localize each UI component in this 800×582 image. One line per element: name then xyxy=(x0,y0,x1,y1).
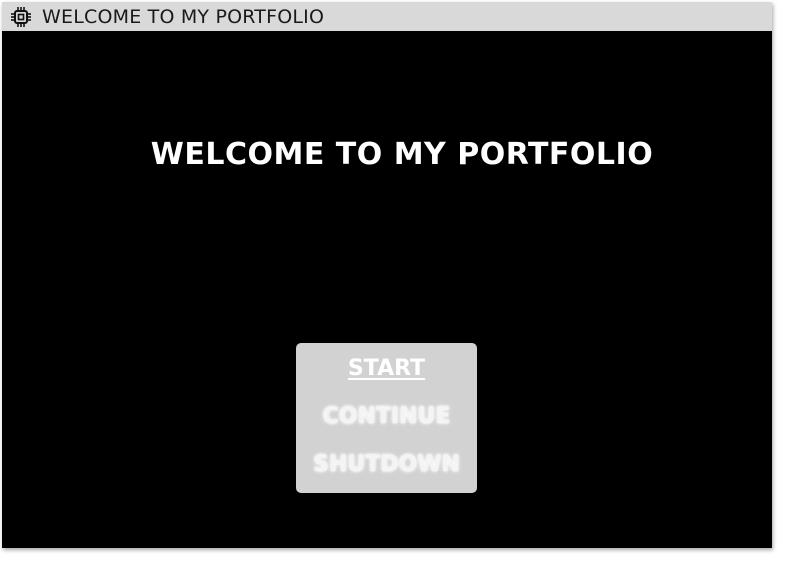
chip-icon xyxy=(8,4,34,30)
window-title: WELCOME TO MY PORTFOLIO xyxy=(42,5,325,28)
main-menu: START CONTINUE SHUTDOWN xyxy=(296,343,477,493)
shutdown-button[interactable]: SHUTDOWN xyxy=(313,451,460,479)
title-bar[interactable]: WELCOME TO MY PORTFOLIO xyxy=(2,2,772,31)
start-button[interactable]: START xyxy=(348,355,425,383)
page-title: WELCOME TO MY PORTFOLIO xyxy=(150,137,654,172)
app-window: WELCOME TO MY PORTFOLIO WELCOME TO MY PO… xyxy=(2,2,772,548)
main-screen: WELCOME TO MY PORTFOLIO START CONTINUE S… xyxy=(2,31,772,548)
continue-button[interactable]: CONTINUE xyxy=(323,403,451,431)
